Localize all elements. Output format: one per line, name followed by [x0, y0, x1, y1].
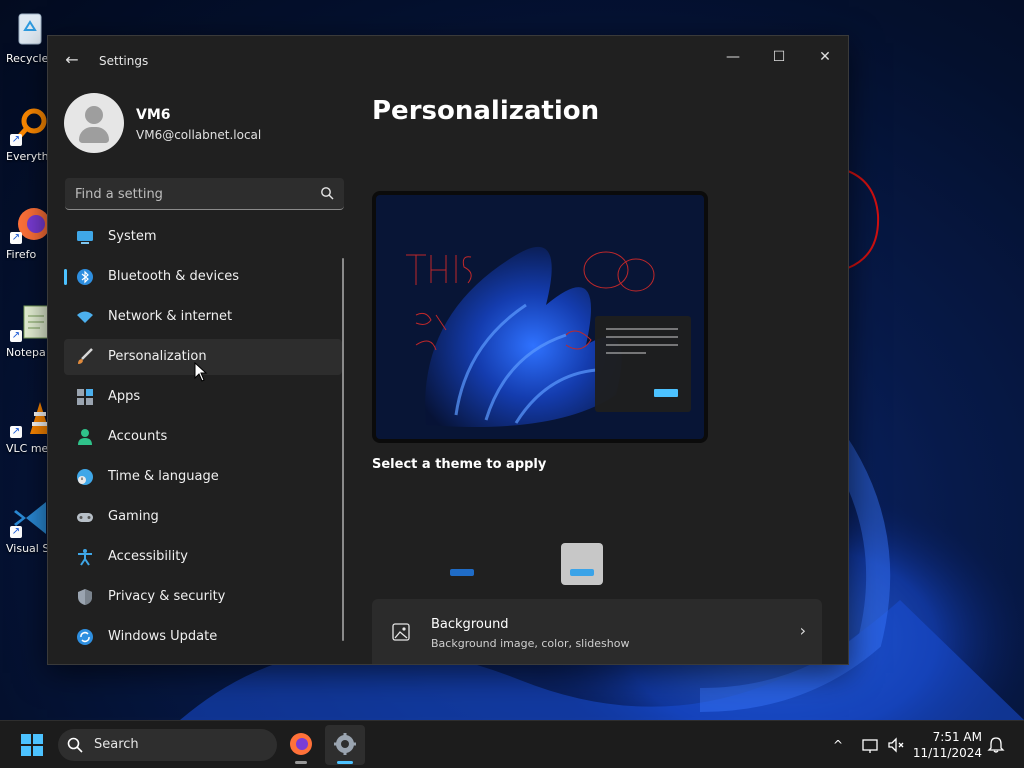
nav-label: Gaming	[108, 509, 159, 524]
clock-date: 11/11/2024	[912, 746, 982, 760]
taskbar-search-label: Search	[94, 737, 139, 752]
taskbar-search[interactable]: Search	[58, 729, 277, 761]
taskbar-settings[interactable]	[325, 725, 365, 765]
chevron-up-icon[interactable]: ^	[828, 735, 848, 755]
mouse-cursor-icon	[194, 362, 208, 382]
nav-item-windows-update[interactable]: Windows Update	[64, 619, 342, 655]
theme-accent-bar	[570, 569, 594, 576]
search-input[interactable]	[75, 184, 305, 204]
bluetooth-icon	[77, 269, 93, 285]
clock[interactable]: 7:51 AM 11/11/2024	[910, 729, 982, 761]
nav-item-system[interactable]: System	[64, 219, 342, 255]
settings-nav: System Bluetooth & devices Network & int…	[64, 219, 342, 659]
shortcut-arrow-icon: ↗	[10, 232, 22, 244]
avatar	[64, 93, 124, 153]
shortcut-arrow-icon: ↗	[10, 526, 22, 538]
wifi-icon	[77, 311, 93, 323]
nav-label: Apps	[108, 389, 141, 404]
background-setting-row[interactable]: Background Background image, color, slid…	[372, 599, 822, 664]
back-arrow-icon[interactable]: ←	[62, 50, 82, 70]
page-title: Personalization	[372, 96, 600, 126]
nav-label: Windows Update	[108, 629, 218, 644]
recycle-bin-icon	[10, 8, 50, 48]
chevron-right-icon: ›	[799, 621, 806, 640]
nav-item-accounts[interactable]: Accounts	[64, 419, 342, 455]
maximize-button[interactable]: ☐	[756, 42, 802, 72]
image-icon	[392, 623, 410, 641]
notification-bell-icon[interactable]	[986, 735, 1006, 755]
background-title: Background	[431, 617, 509, 632]
notepad-icon: ↗	[10, 302, 50, 342]
minimize-button[interactable]: —	[710, 42, 756, 72]
nav-item-gaming[interactable]: Gaming	[64, 499, 342, 535]
shortcut-arrow-icon: ↗	[10, 330, 22, 342]
nav-item-time-language[interactable]: Time & language	[64, 459, 342, 495]
nav-item-bluetooth[interactable]: Bluetooth & devices	[64, 259, 342, 295]
theme-preview	[372, 191, 708, 443]
nav-label: System	[108, 229, 157, 244]
search-icon	[67, 737, 83, 753]
user-profile[interactable]: VM6 VM6@collabnet.local	[64, 93, 344, 155]
settings-window: ← Settings — ☐ ✕ VM6 VM6@collabnet.local…	[47, 35, 849, 665]
nav-item-accessibility[interactable]: Accessibility	[64, 539, 342, 575]
nav-item-network[interactable]: Network & internet	[64, 299, 342, 335]
preview-caption: Select a theme to apply	[372, 457, 547, 472]
shortcut-arrow-icon: ↗	[10, 134, 22, 146]
nav-label: Personalization	[108, 349, 207, 364]
taskbar-firefox[interactable]	[281, 725, 321, 765]
theme-option-dark[interactable]	[441, 543, 483, 585]
accounts-icon	[78, 429, 92, 445]
running-indicator	[295, 761, 307, 764]
windows-logo-icon	[21, 734, 43, 756]
firefox-icon: ↗	[10, 204, 50, 244]
running-indicator	[337, 761, 353, 764]
volume-muted-icon[interactable]	[886, 735, 906, 755]
vscode-icon: ↗	[10, 498, 50, 538]
nav-label: Privacy & security	[108, 589, 226, 604]
nav-label: Network & internet	[108, 309, 233, 324]
everything-search-icon: ↗	[10, 106, 50, 146]
user-email: VM6@collabnet.local	[136, 128, 262, 142]
user-name: VM6	[136, 107, 171, 123]
system-icon	[77, 231, 93, 244]
nav-label: Accounts	[108, 429, 168, 444]
taskbar: Search ^ 7:51 AM 11/11/2024	[0, 720, 1024, 768]
time-language-icon	[77, 469, 93, 485]
title-bar[interactable]: ← Settings — ☐ ✕	[48, 36, 848, 84]
start-button[interactable]	[12, 729, 52, 761]
find-setting-search[interactable]	[65, 178, 344, 210]
firefox-icon	[290, 733, 312, 755]
search-icon	[321, 187, 334, 200]
nav-label: Time & language	[108, 469, 219, 484]
accessibility-icon	[78, 549, 92, 566]
nav-item-apps[interactable]: Apps	[64, 379, 342, 415]
gear-icon	[334, 733, 356, 755]
nav-label: Bluetooth & devices	[108, 269, 239, 284]
app-title: Settings	[99, 54, 149, 68]
apps-icon	[77, 389, 93, 405]
network-icon[interactable]	[860, 735, 880, 755]
theme-option-light[interactable]	[561, 543, 603, 585]
gaming-icon	[77, 513, 93, 522]
brush-icon	[78, 348, 93, 364]
close-button[interactable]: ✕	[802, 42, 848, 72]
nav-label: Accessibility	[108, 549, 188, 564]
selection-indicator	[64, 269, 67, 285]
shield-icon	[78, 589, 92, 605]
background-subtitle: Background image, color, slideshow	[431, 637, 630, 650]
theme-accent-bar	[450, 569, 474, 576]
nav-scrollbar[interactable]	[342, 258, 344, 641]
red-annotation-scribble	[844, 169, 880, 269]
clock-time: 7:51 AM	[932, 730, 982, 744]
nav-item-privacy-security[interactable]: Privacy & security	[64, 579, 342, 615]
shortcut-arrow-icon: ↗	[10, 426, 22, 438]
vlc-icon: ↗	[10, 398, 50, 438]
windows-update-icon	[77, 629, 93, 645]
